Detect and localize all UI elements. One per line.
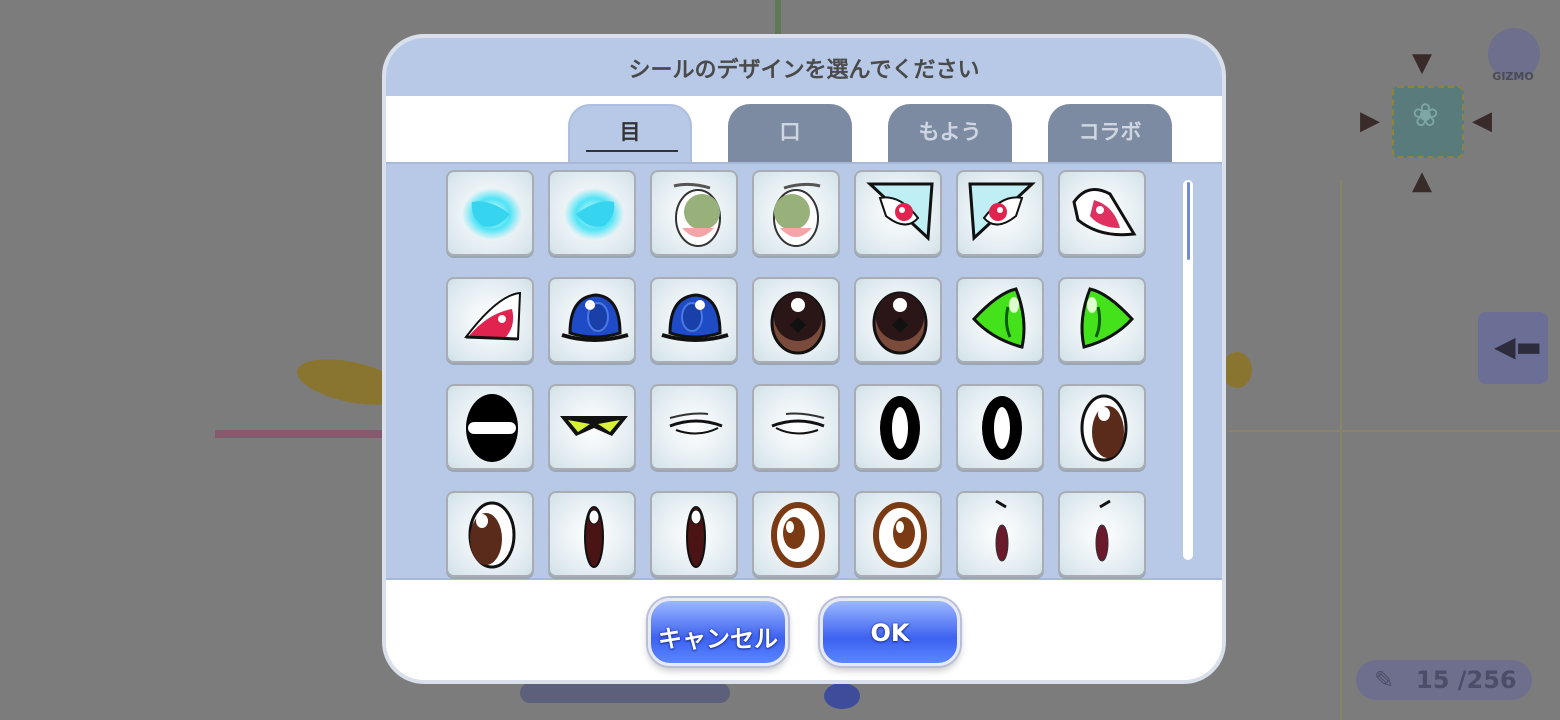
design-grid: [386, 162, 1222, 580]
eye-option[interactable]: [446, 384, 534, 470]
eye-option[interactable]: [1058, 384, 1146, 470]
gizmo-label: GIZMO: [1492, 70, 1534, 83]
eye-option[interactable]: [650, 384, 738, 470]
eye-option[interactable]: [854, 277, 942, 363]
eye-option[interactable]: [548, 277, 636, 363]
eye-option[interactable]: [548, 170, 636, 256]
eye-option[interactable]: [854, 170, 942, 256]
tab-eye[interactable]: 目: [568, 104, 692, 162]
ok-button-label: OK: [870, 619, 910, 647]
eye-option[interactable]: [752, 384, 840, 470]
eye-option[interactable]: [752, 277, 840, 363]
eye-option[interactable]: [752, 170, 840, 256]
eye-option[interactable]: [446, 491, 534, 577]
background-dot: [824, 683, 860, 709]
tab-label: もよう: [918, 120, 982, 144]
eye-option[interactable]: [956, 170, 1044, 256]
eye-option[interactable]: [854, 491, 942, 577]
eye-option[interactable]: [854, 384, 942, 470]
eye-option[interactable]: [1058, 170, 1146, 256]
arrow-down-icon[interactable]: ▲: [1412, 168, 1432, 194]
arrow-left-icon[interactable]: ▶: [1360, 108, 1380, 134]
eye-option[interactable]: [1058, 491, 1146, 577]
tab-mouth[interactable]: 口: [728, 104, 852, 162]
tab-pattern[interactable]: もよう: [888, 104, 1012, 162]
eye-option[interactable]: [548, 384, 636, 470]
background-grid-line: [1340, 180, 1342, 720]
eye-option[interactable]: [956, 384, 1044, 470]
background-grid-line: [1228, 430, 1560, 432]
eye-option[interactable]: [956, 277, 1044, 363]
cancel-button-label: キャンセル: [658, 625, 778, 653]
dialog-title: シールのデザインを選んでください: [628, 58, 980, 83]
eye-option[interactable]: [548, 491, 636, 577]
arrow-up-icon[interactable]: ▼: [1412, 50, 1432, 76]
pencil-icon: ✎: [1374, 666, 1395, 694]
cancel-button[interactable]: キャンセル: [648, 598, 788, 666]
counter-value: 15 /256: [1416, 666, 1517, 694]
tab-label: 口: [779, 120, 801, 144]
tab-underline: [586, 150, 678, 152]
background-axis-line: [215, 430, 385, 438]
rabbit-icon: ❀: [1412, 96, 1439, 134]
eye-option[interactable]: [752, 491, 840, 577]
background-bar: [520, 683, 730, 703]
sticker-design-dialog: シールのデザインを選んでください 目 口 もよう コラボ キャンセル OK: [382, 34, 1226, 684]
tab-collab[interactable]: コラボ: [1048, 104, 1172, 162]
tab-label: コラボ: [1078, 120, 1142, 144]
sticker-counter: ✎ 15 /256: [1356, 660, 1532, 700]
eye-option[interactable]: [650, 170, 738, 256]
eye-option[interactable]: [956, 491, 1044, 577]
eye-option[interactable]: [1058, 277, 1146, 363]
eye-option[interactable]: [446, 170, 534, 256]
eye-option[interactable]: [650, 491, 738, 577]
scrollbar-thumb[interactable]: [1187, 182, 1190, 260]
tool-icon: ◀▬: [1494, 330, 1542, 363]
arrow-right-icon[interactable]: ◀: [1472, 108, 1492, 134]
tab-label: 目: [619, 120, 641, 144]
background-model-part: [1222, 352, 1252, 388]
eye-option[interactable]: [650, 277, 738, 363]
ok-button[interactable]: OK: [820, 598, 960, 666]
eye-option[interactable]: [446, 277, 534, 363]
